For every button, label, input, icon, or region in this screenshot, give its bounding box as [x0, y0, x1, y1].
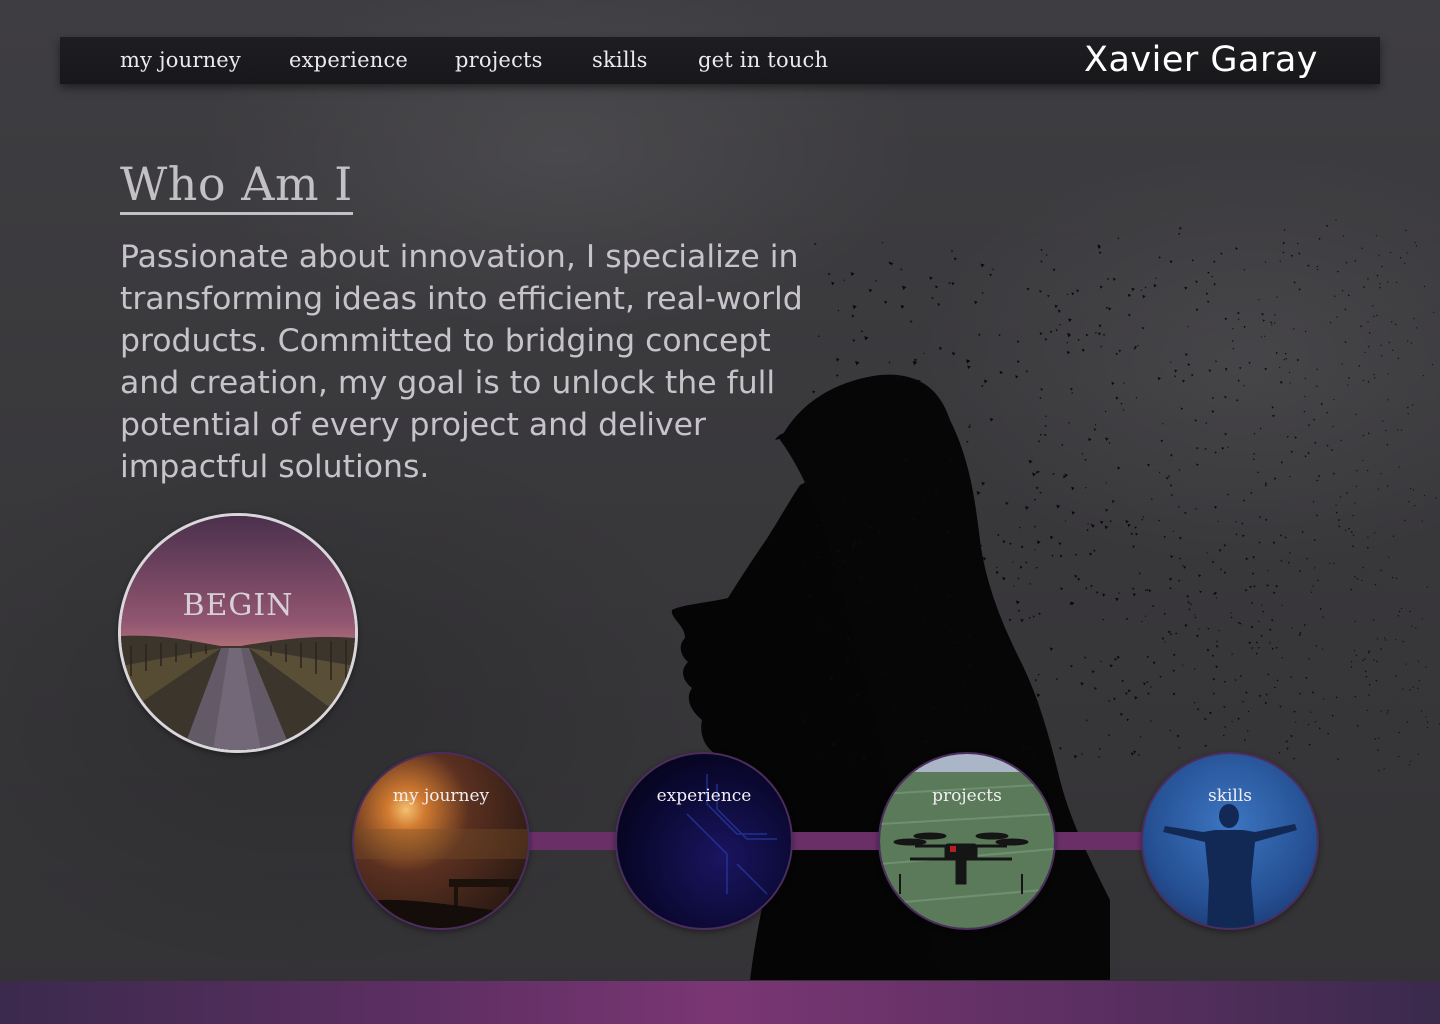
timeline-node-skills[interactable]: skills	[1141, 752, 1319, 930]
timeline-node-label: my journey	[392, 786, 490, 806]
timeline-node-label: projects	[932, 786, 1002, 806]
nav-link-skills[interactable]: skills	[592, 45, 648, 75]
nav-link-projects[interactable]: projects	[455, 45, 543, 75]
timeline-node-experience[interactable]: experience	[615, 752, 793, 930]
begin-label: BEGIN	[182, 588, 294, 623]
begin-button[interactable]: BEGIN	[118, 513, 358, 753]
nav-link-experience[interactable]: experience	[289, 45, 408, 75]
footer-bar	[0, 981, 1440, 1024]
circuit-board-photo	[617, 754, 791, 928]
nav-link-get-in-touch[interactable]: get in touch	[698, 45, 828, 75]
top-navigation-bar: my journey experience projects skills ge…	[60, 37, 1380, 84]
timeline-connector	[790, 832, 880, 850]
nav-link-my-journey[interactable]: my journey	[120, 45, 241, 75]
timeline-node-label: experience	[656, 786, 752, 806]
vineyard-path-photo	[121, 516, 355, 750]
timeline-connector	[1053, 832, 1143, 850]
agricultural-drone-photo	[880, 754, 1054, 928]
sunset-bench-photo	[354, 754, 528, 928]
open-arms-silhouette-photo	[1143, 754, 1317, 928]
timeline-node-my-journey[interactable]: my journey	[352, 752, 530, 930]
timeline-node-label: skills	[1207, 786, 1253, 806]
timeline-node-projects[interactable]: projects	[878, 752, 1056, 930]
brand-name[interactable]: Xavier Garay	[1084, 38, 1318, 82]
section-title: Who Am I	[120, 156, 353, 215]
timeline-connector	[527, 832, 617, 850]
